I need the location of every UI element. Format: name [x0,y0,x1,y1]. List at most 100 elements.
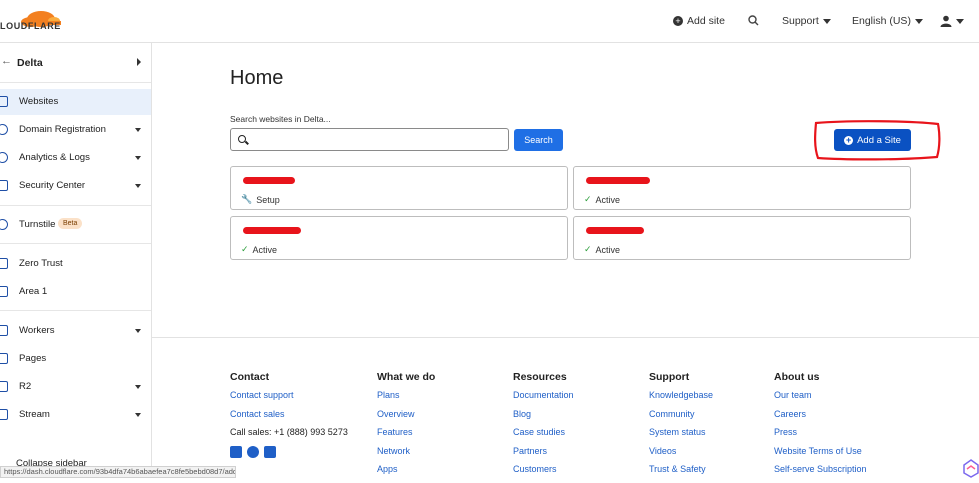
footer-link[interactable]: Contact sales [230,409,348,419]
footer-link[interactable]: Website Terms of Use [774,446,867,456]
sidebar-item-zero-trust[interactable]: Zero Trust [0,251,151,277]
footer-link[interactable]: Community [649,409,713,419]
account-switcher[interactable]: ← Delta [0,43,151,83]
check-icon: ✓ [584,194,592,204]
sidebar-item-label: Zero Trust [19,258,63,269]
sidebar-item-label: Analytics & Logs [19,152,90,163]
back-arrow-icon[interactable]: ← [1,55,12,67]
footer-heading: About us [774,371,820,383]
beta-badge: Beta [58,218,83,229]
site-status-label: Active [595,194,621,205]
sidebar-divider [0,205,151,206]
redacted-domain [243,227,301,234]
pages-icon [0,353,8,364]
footer-link[interactable]: Knowledgebase [649,390,713,400]
extension-icon[interactable] [963,456,979,480]
chevron-down-icon [135,385,141,389]
footer-link[interactable]: Trust & Safety [649,464,713,474]
user-menu[interactable] [940,15,964,27]
footer-link[interactable]: Documentation [513,390,574,400]
add-site-link[interactable]: + Add site [673,15,725,27]
sidebar-item-websites[interactable]: Websites [0,89,151,115]
add-a-site-button[interactable]: + Add a Site [834,129,911,151]
sidebar-item-pages[interactable]: Pages [0,346,151,372]
site-card[interactable]: ✓ Active [573,216,911,260]
site-card[interactable]: ✓ Active [230,216,568,260]
redacted-domain [243,177,295,184]
footer-about: About us Our team Careers Press Website … [774,371,867,483]
sidebar-item-turnstile[interactable]: Turnstile Beta [0,212,151,238]
chevron-down-icon [135,329,141,333]
zero-trust-icon [0,258,8,269]
language-menu[interactable]: English (US) [852,15,923,27]
footer-link[interactable]: Customers [513,464,574,474]
search-icon-button[interactable] [748,15,759,26]
footer-contact: Contact Contact support Contact sales Ca… [230,371,348,458]
redacted-domain [586,177,650,184]
footer-link[interactable]: Press [774,427,867,437]
sidebar-item-r2[interactable]: R2 [0,374,151,400]
sidebar-item-area-1[interactable]: Area 1 [0,279,151,305]
sidebar-item-label: Workers [19,325,55,336]
search-icon [238,135,246,143]
footer-link[interactable]: Overview [377,409,435,419]
site-status-label: Active [595,244,621,255]
footer-link[interactable]: Case studies [513,427,574,437]
check-icon: ✓ [241,244,249,254]
search-input[interactable] [230,128,509,151]
footer-link[interactable]: Self-serve Subscription [774,464,867,474]
footer-link[interactable]: Contact support [230,390,348,400]
site-status-label: Active [252,244,278,255]
browser-status-url: https://dash.cloudflare.com/93b4dfa74b6a… [0,466,236,478]
chevron-down-icon [822,18,831,24]
site-card[interactable]: 🔧 Setup [230,166,568,210]
sidebar-item-domain-registration[interactable]: Domain Registration [0,117,151,143]
support-menu[interactable]: Support [782,15,831,27]
analytics-icon [0,152,8,163]
site-status: ✓ Active [584,244,620,255]
site-status: ✓ Active [241,244,277,255]
page-title: Home [230,67,284,89]
footer-link[interactable]: Videos [649,446,713,456]
footer-resources: Resources Documentation Blog Case studie… [513,371,574,483]
wrench-icon: 🔧 [241,194,253,204]
top-bar: LOUDFLARE + Add site Support English (US… [0,0,979,43]
support-label: Support [782,15,819,27]
facebook-icon[interactable] [247,445,259,458]
main-content: Home Search websites in Delta... Search … [152,43,979,478]
chevron-right-icon [137,58,141,66]
language-label: English (US) [852,15,911,27]
footer-divider [152,337,979,338]
footer-link[interactable]: Our team [774,390,867,400]
sidebar-item-analytics-logs[interactable]: Analytics & Logs [0,145,151,171]
footer-link[interactable]: System status [649,427,713,437]
chevron-down-icon [914,18,923,24]
plus-circle-icon: + [844,134,854,145]
search-icon [748,15,759,26]
sidebar-item-label: R2 [19,381,32,392]
sidebar-item-label: Websites [19,96,59,107]
search-button[interactable]: Search [514,129,563,151]
sidebar-item-stream[interactable]: Stream [0,402,151,428]
sidebar-item-security-center[interactable]: Security Center [0,173,151,199]
linkedin-icon[interactable] [264,445,276,458]
site-status: 🔧 Setup [241,194,280,205]
twitter-icon[interactable] [230,445,242,458]
footer-heading: Support [649,371,690,383]
area-1-icon [0,286,8,297]
site-card[interactable]: ✓ Active [573,166,911,210]
globe-icon [0,124,8,135]
footer-link[interactable]: Careers [774,409,867,419]
footer-link[interactable]: Plans [377,390,435,400]
footer-link[interactable]: Features [377,427,435,437]
footer-link[interactable]: Blog [513,409,574,419]
footer-link[interactable]: Partners [513,446,574,456]
sidebar-item-label: Turnstile [19,219,56,230]
sidebar-item-workers[interactable]: Workers [0,318,151,344]
redacted-domain [586,227,644,234]
chevron-down-icon [135,184,141,188]
sidebar-item-label: Domain Registration [19,124,106,135]
footer-heading: Contact [230,371,270,383]
footer-link[interactable]: Apps [377,464,435,474]
footer-link[interactable]: Network [377,446,435,456]
